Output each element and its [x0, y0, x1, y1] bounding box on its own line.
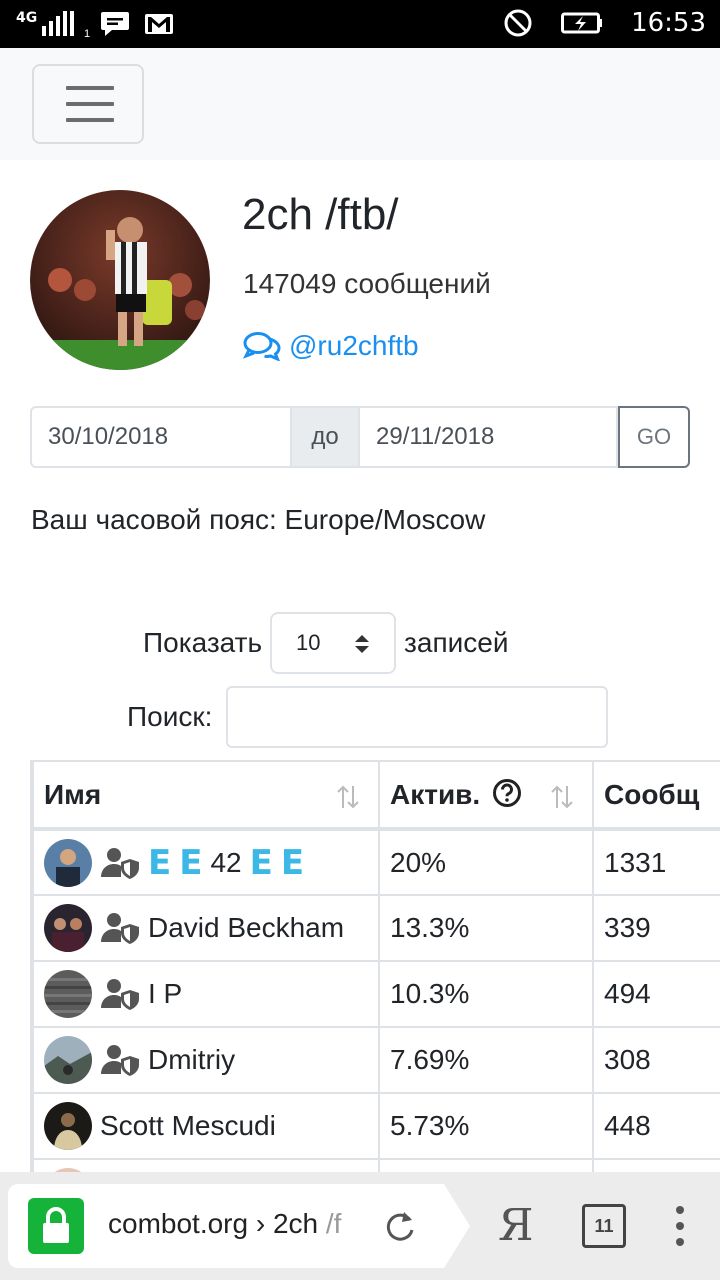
chat-avatar [30, 190, 210, 370]
member-name: 42 [210, 846, 242, 878]
records-label: записей [404, 627, 509, 658]
emoji-letter: E [280, 842, 305, 883]
signal-icon: 4G 1 [16, 8, 90, 40]
member-name: I P [148, 978, 183, 1009]
select-caret-icon [355, 635, 370, 653]
search-control: Поиск: [127, 686, 609, 748]
chat-title: 2ch /ftb/ [242, 190, 399, 239]
member-messages: 1331 [592, 828, 720, 896]
telegram-handle: @ru2chftb [289, 330, 419, 361]
table-header-row: Имя Актив. Сообщ [32, 760, 720, 831]
table-row[interactable]: I P 10.3% 494 [32, 960, 720, 1028]
sort-icon [337, 785, 359, 809]
go-button[interactable]: GO [618, 406, 690, 468]
admin-shield-icon [101, 913, 139, 944]
message-icon [101, 12, 129, 36]
table-row[interactable]: Scott Mescudi 5.73% 448 [32, 1092, 720, 1160]
emoji-letter: E [148, 842, 172, 883]
member-messages: 339 [592, 894, 720, 962]
emoji-letter: E [179, 842, 203, 883]
table-row[interactable] [32, 1158, 720, 1172]
do-not-disturb-icon [504, 9, 532, 37]
member-messages: 494 [592, 960, 720, 1028]
avatar [44, 1102, 92, 1150]
admin-shield-icon [101, 979, 139, 1010]
address-bar[interactable]: combot.org › 2ch /f [8, 1184, 470, 1268]
sim-slot: 1 [84, 28, 91, 40]
help-icon[interactable] [492, 778, 522, 808]
column-header-activity[interactable]: Актив. [378, 760, 594, 831]
page-length-select[interactable]: 10 [270, 612, 397, 674]
date-to-input[interactable]: 29/11/2018 [358, 406, 618, 468]
table-row[interactable]: Dmitriy 7.69% 308 [32, 1026, 720, 1094]
navbar [0, 48, 720, 160]
page-length-control: Показать 10 записей [143, 612, 508, 674]
avatar [44, 1036, 92, 1084]
table-row[interactable]: E E 42 E E 20% 1331 [32, 828, 720, 896]
search-input[interactable] [226, 686, 609, 748]
members-table: Имя Актив. Сообщ E E 42 E E 20% 1331 Dav… [30, 760, 720, 1172]
member-activity: 20% [378, 828, 594, 896]
reload-icon[interactable] [382, 1206, 418, 1246]
more-menu-icon[interactable] [676, 1206, 684, 1254]
table-row[interactable]: David Beckham 13.3% 339 [32, 894, 720, 962]
member-name: Dmitriy [148, 1044, 236, 1075]
member-activity: 5.73% [378, 1092, 594, 1160]
date-from-input[interactable]: 30/10/2018 [30, 406, 292, 468]
network-type: 4G [16, 10, 38, 26]
search-label: Поиск: [127, 701, 213, 732]
timezone-label: Ваш часовой пояс: Europe/Moscow [31, 504, 486, 535]
show-label: Показать [143, 627, 263, 658]
tabs-button[interactable]: 11 [582, 1204, 626, 1248]
status-bar: 4G 1 16:53 [0, 0, 720, 48]
column-header-name[interactable]: Имя [32, 760, 380, 831]
avatar [44, 970, 92, 1018]
avatar [44, 838, 92, 887]
member-messages: 308 [592, 1026, 720, 1094]
date-range-separator: до [292, 406, 358, 468]
hamburger-menu-icon [66, 86, 114, 90]
avatar [44, 904, 92, 952]
date-range: 30/10/2018 до 29/11/2018 GO [30, 406, 690, 468]
member-name: Scott Mescudi [100, 1110, 276, 1141]
member-name: David Beckham [148, 912, 345, 943]
member-activity: 13.3% [378, 894, 594, 962]
page-length-value: 10 [296, 630, 321, 655]
battery-charging-icon [561, 12, 603, 34]
comments-icon [243, 332, 281, 361]
sort-icon [551, 785, 573, 809]
member-activity: 10.3% [378, 960, 594, 1028]
gmail-icon [145, 14, 173, 34]
member-messages: 448 [592, 1092, 720, 1160]
member-activity: 7.69% [378, 1026, 594, 1094]
telegram-handle-link[interactable]: @ru2chftb [243, 330, 419, 362]
clock: 16:53 [631, 8, 706, 38]
yandex-button[interactable]: Я [498, 1200, 534, 1251]
lock-icon [28, 1198, 84, 1254]
message-count: 147049 сообщений [243, 268, 491, 299]
admin-shield-icon [101, 1045, 139, 1076]
column-header-messages[interactable]: Сообщ [592, 760, 720, 831]
emoji-letter: E [249, 842, 273, 883]
hamburger-menu-button[interactable] [32, 64, 144, 144]
url-text: combot.org › 2ch /f [108, 1208, 342, 1239]
admin-shield-icon [101, 847, 139, 879]
